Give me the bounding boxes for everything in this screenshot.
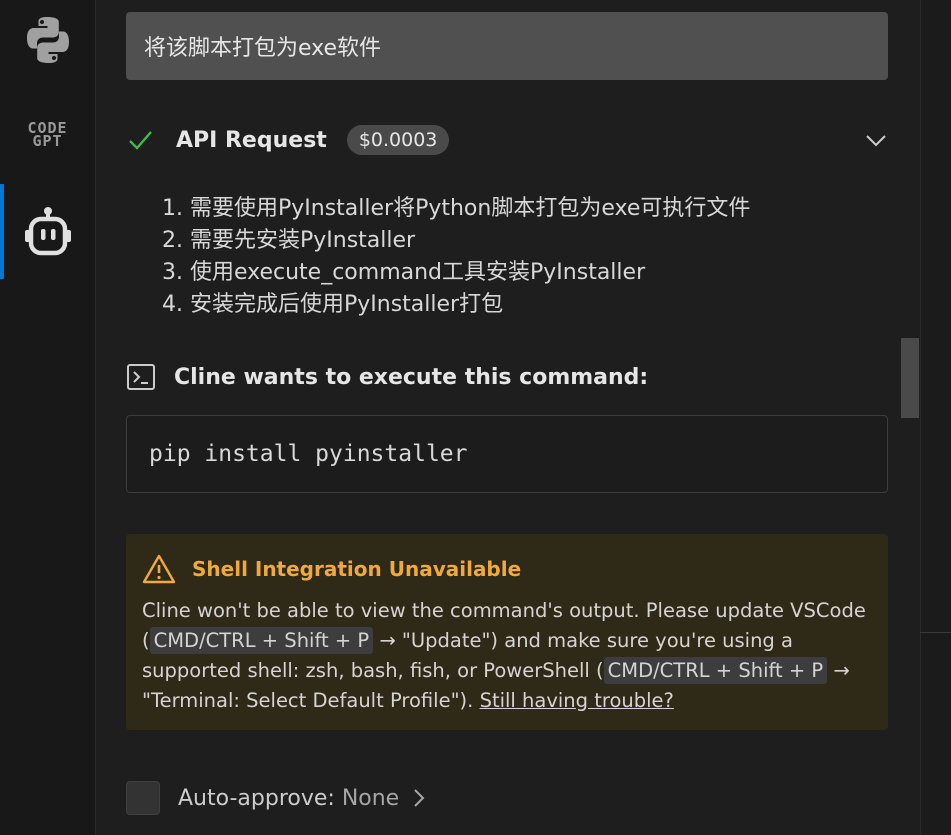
auto-approve-value: None xyxy=(334,785,400,811)
list-item: 1. 需要使用PyInstaller将Python脚本打包为exe可执行文件 xyxy=(162,196,751,221)
activity-bar: CODE GPT xyxy=(0,0,96,835)
codegpt-extension-button[interactable]: CODE GPT xyxy=(0,110,95,160)
api-request-header[interactable]: API Request $0.0003 xyxy=(126,120,888,160)
cost-badge: $0.0003 xyxy=(346,125,450,155)
keyboard-shortcut: CMD/CTRL + Shift + P xyxy=(149,627,374,654)
chevron-down-icon[interactable] xyxy=(864,128,888,152)
command-title: Cline wants to execute this command: xyxy=(174,364,649,390)
list-item: 4. 安装完成后使用PyInstaller打包 xyxy=(162,292,504,317)
check-icon xyxy=(129,131,152,150)
cline-extension-button[interactable] xyxy=(0,200,95,264)
python-icon xyxy=(26,17,69,63)
list-item: 2. 需要先安装PyInstaller xyxy=(162,228,416,253)
right-panel-edge xyxy=(920,0,951,835)
keyboard-shortcut: CMD/CTRL + Shift + P xyxy=(603,657,828,684)
thinking-steps: 1. 需要使用PyInstaller将Python脚本打包为exe可执行文件 2… xyxy=(162,193,750,321)
command-code-block[interactable]: pip install pyinstaller xyxy=(126,415,888,493)
python-extension-button[interactable] xyxy=(0,12,95,68)
shell-integration-warning: Shell Integration Unavailable Cline won'… xyxy=(126,534,888,730)
command-code: pip install pyinstaller xyxy=(149,441,468,467)
codegpt-icon: CODE GPT xyxy=(27,119,68,150)
scrollbar-thumb[interactable] xyxy=(901,338,919,418)
list-item: 3. 使用execute_command工具安装PyInstaller xyxy=(162,260,646,285)
troubleshoot-link[interactable]: Still having trouble? xyxy=(480,689,674,712)
api-request-title: API Request xyxy=(176,127,327,153)
user-message-text: 将该脚本打包为exe软件 xyxy=(144,36,382,61)
warning-title: Shell Integration Unavailable xyxy=(192,557,522,581)
auto-approve-row[interactable]: Auto-approve: None xyxy=(126,780,427,816)
warning-body: Cline won't be able to view the command'… xyxy=(142,596,872,716)
warning-header: Shell Integration Unavailable xyxy=(142,550,872,588)
warning-icon xyxy=(142,554,176,584)
auto-approve-text: Auto-approve: xyxy=(178,785,335,811)
chevron-right-icon[interactable] xyxy=(411,787,427,809)
terminal-icon xyxy=(127,364,155,390)
auto-approve-label: Auto-approve: None xyxy=(178,786,399,811)
user-message: 将该脚本打包为exe软件 xyxy=(126,12,888,80)
chat-panel: 将该脚本打包为exe软件 API Request $0.0003 1. 需要使用… xyxy=(96,0,920,835)
cline-robot-icon xyxy=(24,207,71,256)
command-header: Cline wants to execute this command: xyxy=(126,358,648,396)
auto-approve-checkbox[interactable] xyxy=(126,781,160,815)
divider xyxy=(920,632,951,633)
